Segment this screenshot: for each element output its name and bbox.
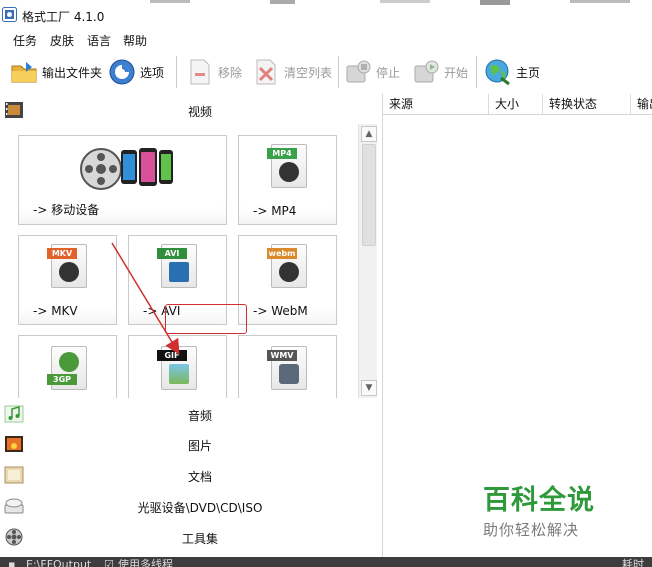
menu-language[interactable]: 语言 <box>87 32 111 49</box>
globe-home-icon <box>485 59 510 86</box>
column-output[interactable]: 输出 <box>631 94 652 114</box>
options-label: 选项 <box>140 65 165 80</box>
folder-status-icon: ▪ <box>8 558 16 567</box>
start-label: 开始 <box>444 65 469 80</box>
tile-webm[interactable]: webm -> WebM <box>238 235 337 325</box>
category-disc[interactable]: 光驱设备\DVD\CD\ISO <box>0 490 380 520</box>
mobile-devices-icon <box>80 148 173 190</box>
category-picture[interactable]: 图片 <box>0 428 380 458</box>
category-picture-label: 图片 <box>187 439 212 453</box>
category-video[interactable]: 视频 <box>0 94 380 124</box>
watermark-title: 百科全说 <box>483 485 595 516</box>
wmv-file-icon: WMV <box>267 346 307 390</box>
task-list-panel: 来源 大小 转换状态 输出 百科全说 助你轻松解决 <box>382 94 652 557</box>
window-title: 格式工厂 4.1.0 <box>22 10 105 24</box>
gif-file-icon: GIF <box>157 346 197 390</box>
stop-button[interactable]: 停止 <box>344 54 400 90</box>
scroll-down-icon[interactable]: ▼ <box>361 380 377 396</box>
scroll-up-icon[interactable]: ▲ <box>361 126 377 142</box>
folder-icon <box>11 62 37 83</box>
multithread-label: 使用多线程 <box>118 558 173 567</box>
task-list-header: 来源 大小 转换状态 输出 <box>383 94 652 115</box>
column-source[interactable]: 来源 <box>383 94 489 114</box>
avi-file-icon: AVI <box>157 244 197 288</box>
output-folder-label: 输出文件夹 <box>42 65 103 80</box>
menu-help[interactable]: 帮助 <box>123 32 147 49</box>
grid-scrollbar[interactable]: ▲ ▼ <box>358 124 377 398</box>
mp4-file-icon: MP4 <box>267 144 307 188</box>
scroll-thumb[interactable] <box>362 144 376 246</box>
remove-button[interactable]: 移除 <box>186 54 242 90</box>
tile-mobile-device-label: -> 移动设备 <box>33 203 100 217</box>
home-label: 主页 <box>516 65 541 80</box>
category-video-label: 视频 <box>187 105 212 119</box>
toolbar-separator <box>176 56 177 88</box>
toolbar: 输出文件夹 选项 移除 清空列表 停止 开始 主页 <box>0 50 652 94</box>
tile-gif[interactable]: GIF <box>128 335 227 398</box>
output-path[interactable]: E:\FFOutput <box>26 557 91 567</box>
tile-webm-label: -> WebM <box>253 304 308 318</box>
column-size[interactable]: 大小 <box>489 94 543 114</box>
audio-highlight-box <box>165 304 247 334</box>
category-document-label: 文档 <box>187 470 212 484</box>
menu-task[interactable]: 任务 <box>13 32 37 49</box>
watermark-subtitle: 助你轻松解决 <box>483 521 580 539</box>
options-button[interactable]: 选项 <box>108 54 164 90</box>
category-tools-label: 工具集 <box>181 532 218 546</box>
tile-mp4[interactable]: MP4 -> MP4 <box>238 135 337 225</box>
toolbar-separator <box>476 56 477 88</box>
category-disc-label: 光驱设备\DVD\CD\ISO <box>137 501 263 515</box>
remove-label: 移除 <box>218 65 243 80</box>
remove-document-icon <box>190 59 210 85</box>
start-icon <box>414 60 439 83</box>
background-window-fragment <box>150 0 630 5</box>
watermark: 百科全说 助你轻松解决 <box>483 478 613 540</box>
start-button[interactable]: 开始 <box>412 54 468 90</box>
category-tools[interactable]: 工具集 <box>0 521 380 551</box>
menu-bar: 任务 皮肤 语言 帮助 <box>0 30 652 50</box>
video-format-grid: -> 移动设备 MP4 -> MP4 MKV -> MKV AVI -> AVI… <box>0 124 360 398</box>
tile-mkv[interactable]: MKV -> MKV <box>18 235 117 325</box>
mkv-file-icon: MKV <box>47 244 87 288</box>
tile-3gp[interactable]: 3GP <box>18 335 117 398</box>
clear-list-button[interactable]: 清空列表 <box>252 54 332 90</box>
stop-label: 停止 <box>376 65 401 80</box>
category-document[interactable]: 文档 <box>0 459 380 489</box>
tile-wmv[interactable]: WMV <box>238 335 337 398</box>
app-logo-icon <box>2 7 17 22</box>
tile-mkv-label: -> MKV <box>33 304 78 318</box>
title-bar: 格式工厂 4.1.0 <box>0 0 652 30</box>
status-bar: ▪ E:\FFOutput ☑ 使用多线程 耗时 <box>0 557 652 567</box>
tile-mp4-label: -> MP4 <box>253 204 297 218</box>
options-gear-icon <box>109 59 135 85</box>
home-button[interactable]: 主页 <box>484 54 540 90</box>
tile-mobile-device[interactable]: -> 移动设备 <box>18 135 227 225</box>
column-status[interactable]: 转换状态 <box>543 94 631 114</box>
stop-icon <box>346 60 371 83</box>
output-folder-button[interactable]: 输出文件夹 <box>10 54 102 90</box>
clear-list-label: 清空列表 <box>284 65 333 80</box>
menu-skin[interactable]: 皮肤 <box>50 32 74 49</box>
elapsed-label: 耗时 <box>622 558 644 567</box>
webm-file-icon: webm <box>267 244 307 288</box>
category-audio-label: 音频 <box>187 409 212 423</box>
toolbar-separator <box>338 56 339 88</box>
category-audio[interactable]: 音频 <box>0 398 380 428</box>
3gp-file-icon: 3GP <box>47 346 87 390</box>
multithread-checkbox[interactable]: ☑ <box>104 557 114 567</box>
clear-list-icon <box>256 59 276 85</box>
